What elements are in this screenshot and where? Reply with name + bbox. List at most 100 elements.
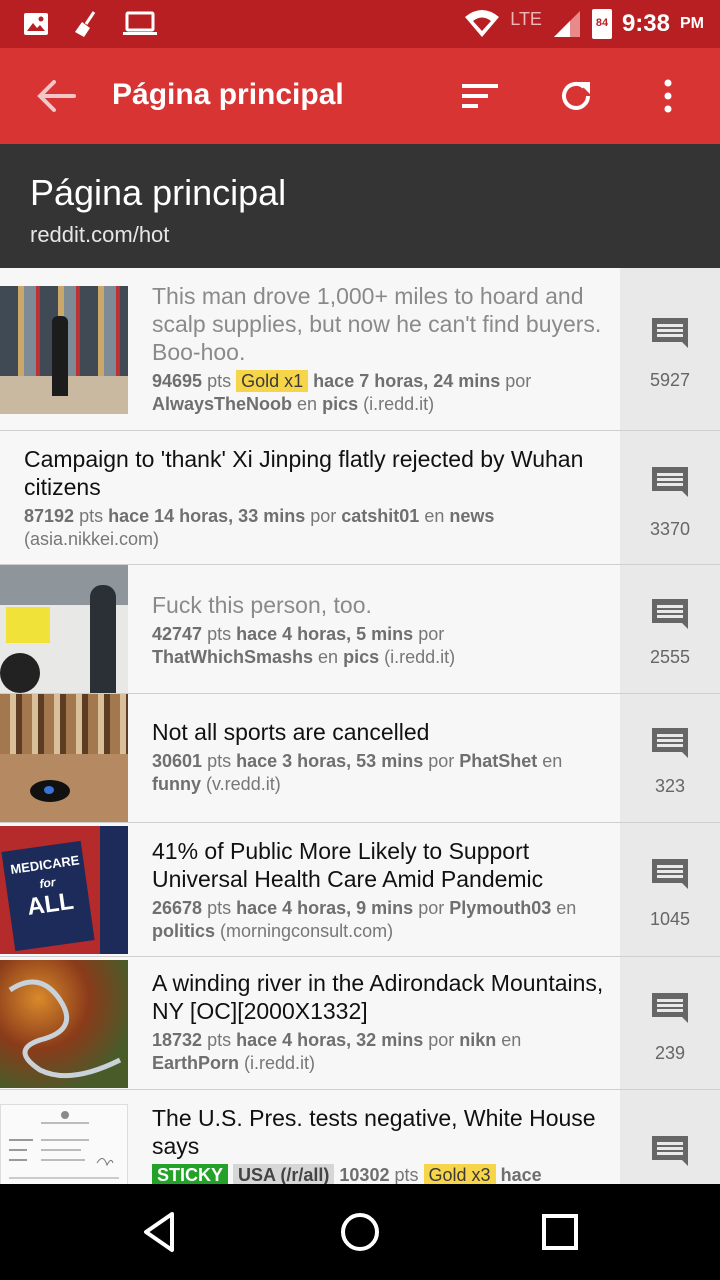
post-score: 42747 [152,624,203,644]
comment-count: 1045 [649,909,691,929]
post-time: hace [500,1165,542,1184]
clock: 9:38 [621,10,670,37]
post-thumbnail[interactable] [0,1104,128,1184]
battery-level: 84 [595,17,609,29]
post-list[interactable]: This man drove 1,000+ miles to hoard and… [0,268,720,1184]
post-subreddit[interactable]: news [449,506,494,526]
post-thumbnail[interactable] [0,286,128,414]
post-time: hace 4 horas, 9 mins [236,898,414,918]
more-vert-icon[interactable] [648,76,688,116]
post-author[interactable]: nikn [459,1030,496,1050]
post-author[interactable]: ThatWhichSmashs [152,647,313,667]
comments-button[interactable] [620,1090,720,1184]
post-score: 30601 [152,751,203,771]
arrow-back-icon[interactable] [36,78,76,114]
post-score: 10302 [339,1165,390,1184]
post-domain: (asia.nikkei.com) [24,529,160,549]
listing-title: Página principal [30,172,287,213]
post-thumbnail[interactable] [0,565,128,693]
post-thumbnail[interactable] [0,694,128,822]
post-meta: 42747 pts hace 4 horas, 5 mins por ThatW… [152,624,456,667]
post-score: 26678 [152,898,203,918]
post-title[interactable]: Campaign to 'thank' Xi Jinping flatly re… [24,445,620,501]
post-domain: (i.redd.it) [244,1053,316,1073]
post-score: 87192 [24,506,75,526]
comments-button[interactable]: 239 [620,957,720,1089]
post-subreddit[interactable]: politics [152,921,215,941]
post-subreddit[interactable]: funny [152,774,201,794]
thumbnail-sign-text: MEDICARE for ALL [9,852,81,921]
broom-icon [75,11,96,37]
post-subreddit[interactable]: pics [322,394,358,414]
post-title[interactable]: Not all sports are cancelled [152,718,620,746]
back-triangle-icon[interactable] [138,1210,182,1254]
comments-button[interactable]: 2555 [620,565,720,693]
comment-icon [652,993,688,1023]
post-item[interactable]: Fuck this person, too. 42747 pts hace 4 … [0,565,720,694]
post-domain: (i.redd.it) [363,394,435,414]
post-author[interactable]: Plymouth03 [449,898,551,918]
post-meta: 30601 pts hace 3 horas, 53 mins por Phat… [152,751,563,794]
post-time: hace 7 horas, 24 mins [313,371,501,391]
post-title[interactable]: The U.S. Pres. tests negative, White Hou… [152,1104,620,1160]
post-author[interactable]: PhatShet [459,751,537,771]
post-item[interactable]: The U.S. Pres. tests negative, White Hou… [0,1090,720,1184]
post-score: 94695 [152,371,203,391]
comment-count: 5927 [649,370,691,390]
subreddit-badge: USA (/r/all) [233,1164,335,1184]
post-author[interactable]: catshit01 [341,506,419,526]
comments-button[interactable]: 3370 [620,431,720,564]
comment-icon [652,728,688,758]
network-type: LTE [510,8,542,29]
gold-badge: Gold x1 [236,370,309,392]
clock-ampm: PM [680,15,704,32]
document-thumbnail-icon [9,1111,119,1179]
comment-count: 3370 [649,519,691,539]
post-title[interactable]: This man drove 1,000+ miles to hoard and… [152,282,620,366]
post-item[interactable]: Campaign to 'thank' Xi Jinping flatly re… [0,431,720,565]
comment-icon [652,859,688,889]
home-circle-icon[interactable] [338,1210,382,1254]
post-meta: 87192 pts hace 14 horas, 33 mins por cat… [24,506,495,549]
post-item[interactable]: Not all sports are cancelled 30601 pts h… [0,694,720,823]
post-meta: 26678 pts hace 4 horas, 9 mins por Plymo… [152,898,577,941]
wifi-icon [465,10,500,37]
sort-icon[interactable] [460,76,500,116]
comments-button[interactable]: 5927 [620,268,720,430]
listing-url: reddit.com/hot [30,222,170,247]
recents-square-icon[interactable] [538,1210,582,1254]
comment-icon [652,599,688,629]
app-bar-title: Página principal [112,78,344,111]
battery-icon: 84 [591,9,612,39]
post-subreddit[interactable]: EarthPorn [152,1053,239,1073]
post-title[interactable]: A winding river in the Adirondack Mounta… [152,969,620,1025]
post-title[interactable]: Fuck this person, too. [152,591,620,619]
post-subreddit[interactable]: pics [343,647,379,667]
comments-button[interactable]: 323 [620,694,720,822]
comment-icon [652,1136,688,1166]
post-thumbnail[interactable]: MEDICARE for ALL [0,826,128,954]
listing-header: Página principal reddit.com/hot [0,144,720,268]
post-domain: (i.redd.it) [384,647,456,667]
post-title[interactable]: 41% of Public More Likely to Support Uni… [152,837,620,893]
refresh-icon[interactable] [556,76,596,116]
post-meta: 94695 pts Gold x1 hace 7 horas, 24 mins … [152,370,532,414]
sticky-badge: STICKY [152,1164,229,1184]
river-shape [8,979,122,1079]
system-nav-bar [0,1184,720,1280]
comments-button[interactable]: 1045 [620,823,720,956]
gold-badge: Gold x3 [423,1164,496,1184]
post-item[interactable]: This man drove 1,000+ miles to hoard and… [0,268,720,431]
post-meta: 18732 pts hace 4 horas, 32 mins por nikn… [152,1030,522,1073]
comment-icon [652,467,688,497]
signal-icon [553,11,580,37]
post-author[interactable]: AlwaysTheNoob [152,394,292,414]
comment-icon [652,318,688,348]
post-item[interactable]: A winding river in the Adirondack Mounta… [0,957,720,1090]
post-thumbnail[interactable] [0,960,128,1088]
post-item[interactable]: MEDICARE for ALL 41% of Public More Like… [0,823,720,957]
status-bar: LTE 84 9:38 PM [0,0,720,48]
laptop-icon [123,11,157,35]
comment-count: 2555 [649,647,691,667]
post-score: 18732 [152,1030,203,1050]
